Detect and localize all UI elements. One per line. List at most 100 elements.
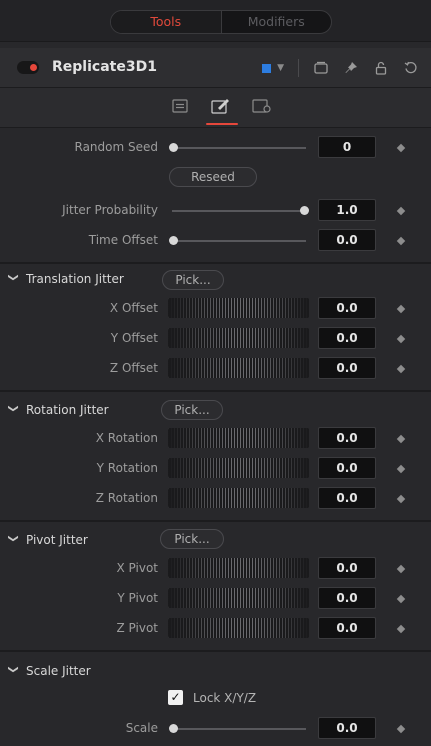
tool-name: Replicate3D1 <box>52 59 157 75</box>
z-offset-label: Z Offset <box>109 361 158 375</box>
reseed-button[interactable]: Reseed <box>169 167 257 187</box>
x-rotation-input[interactable]: 0.0 <box>318 427 376 449</box>
color-swatch[interactable] <box>262 63 272 73</box>
z-pivot-label: Z Pivot <box>116 621 159 635</box>
z-offset-thumbwheel[interactable] <box>168 358 309 378</box>
lock-xyz-row: ✓ Lock X/Y/Z <box>0 685 431 715</box>
x-pivot-row: X Pivot 0.0 <box>0 554 431 584</box>
z-pivot-input[interactable]: 0.0 <box>318 617 376 639</box>
lock-xyz-label: Lock X/Y/Z <box>193 691 257 705</box>
time-offset-knob[interactable] <box>169 236 178 245</box>
header-divider <box>298 59 299 77</box>
x-rotation-label: X Rotation <box>95 431 158 445</box>
jitter-probability-label: Jitter Probability <box>62 203 158 217</box>
collapse-arrow-icon[interactable]: ❯ <box>8 534 19 542</box>
x-rotation-thumbwheel[interactable] <box>168 428 309 448</box>
diamond-keyframe-icon[interactable] <box>396 236 406 246</box>
random-seed-input[interactable]: 0 <box>318 136 376 158</box>
y-rotation-thumbwheel[interactable] <box>168 458 309 478</box>
scale-knob[interactable] <box>169 724 178 733</box>
active-tab-underline <box>206 123 238 125</box>
window-icon[interactable] <box>313 60 329 76</box>
scale-label: Scale <box>125 721 158 735</box>
collapse-arrow-icon[interactable]: ❯ <box>8 404 19 412</box>
z-offset-row: Z Offset 0.0 <box>0 354 431 384</box>
scale-jitter-title: Scale Jitter <box>26 664 91 678</box>
x-offset-input[interactable]: 0.0 <box>318 297 376 319</box>
rotation-pick-button[interactable]: Pick... <box>161 400 223 420</box>
random-seed-slider[interactable] <box>172 147 306 149</box>
toggle-dot <box>30 64 37 71</box>
chevron-down-icon[interactable]: ▼ <box>277 63 284 73</box>
diamond-keyframe-icon[interactable] <box>396 564 406 574</box>
y-rotation-input[interactable]: 0.0 <box>318 457 376 479</box>
z-rotation-row: Z Rotation 0.0 <box>0 484 431 514</box>
diamond-keyframe-icon[interactable] <box>396 364 406 374</box>
section-divider <box>0 650 431 652</box>
jitter-probability-input[interactable]: 1.0 <box>318 199 376 221</box>
random-seed-row: Random Seed 0 <box>0 133 431 163</box>
top-tab-bar: Tools Modifiers <box>0 0 431 42</box>
z-rotation-input[interactable]: 0.0 <box>318 487 376 509</box>
x-rotation-row: X Rotation 0.0 <box>0 424 431 454</box>
pivot-pick-button[interactable]: Pick... <box>160 529 224 549</box>
jitter-tab-icon[interactable] <box>208 96 232 116</box>
reset-icon[interactable] <box>403 60 419 76</box>
random-seed-knob[interactable] <box>169 143 178 152</box>
time-offset-row: Time Offset 0.0 <box>0 226 431 256</box>
settings-tab-icon[interactable] <box>250 96 274 116</box>
time-offset-slider[interactable] <box>172 240 306 242</box>
x-pivot-thumbwheel[interactable] <box>168 558 309 578</box>
section-divider <box>0 520 431 522</box>
controls-tab-icon[interactable] <box>168 96 192 116</box>
y-pivot-row: Y Pivot 0.0 <box>0 584 431 614</box>
collapse-arrow-icon[interactable]: ❯ <box>8 665 19 673</box>
y-offset-input[interactable]: 0.0 <box>318 327 376 349</box>
diamond-keyframe-icon[interactable] <box>396 143 406 153</box>
translation-pick-button[interactable]: Pick... <box>162 270 224 290</box>
scale-slider[interactable] <box>172 728 306 730</box>
diamond-keyframe-icon[interactable] <box>396 206 406 216</box>
x-offset-label: X Offset <box>109 301 158 315</box>
scale-input[interactable]: 0.0 <box>318 717 376 739</box>
diamond-keyframe-icon[interactable] <box>396 724 406 734</box>
y-offset-label: Y Offset <box>110 331 158 345</box>
diamond-keyframe-icon[interactable] <box>396 464 406 474</box>
tool-enable-toggle[interactable] <box>17 61 39 74</box>
diamond-keyframe-icon[interactable] <box>396 494 406 504</box>
diamond-keyframe-icon[interactable] <box>396 594 406 604</box>
diamond-keyframe-icon[interactable] <box>396 304 406 314</box>
tab-group: Tools Modifiers <box>110 10 332 34</box>
section-divider <box>0 390 431 392</box>
collapse-arrow-icon[interactable]: ❯ <box>8 273 19 281</box>
jitter-probability-knob[interactable] <box>300 206 309 215</box>
x-offset-thumbwheel[interactable] <box>168 298 309 318</box>
z-pivot-thumbwheel[interactable] <box>168 618 309 638</box>
lock-icon[interactable] <box>373 60 389 76</box>
time-offset-label: Time Offset <box>88 233 158 247</box>
z-rotation-thumbwheel[interactable] <box>168 488 309 508</box>
diamond-keyframe-icon[interactable] <box>396 434 406 444</box>
y-pivot-input[interactable]: 0.0 <box>318 587 376 609</box>
pin-icon[interactable] <box>343 60 359 76</box>
y-pivot-thumbwheel[interactable] <box>168 588 309 608</box>
jitter-probability-slider[interactable] <box>172 210 306 212</box>
rotation-jitter-title: Rotation Jitter <box>26 403 109 417</box>
x-offset-row: X Offset 0.0 <box>0 294 431 324</box>
y-offset-thumbwheel[interactable] <box>168 328 309 348</box>
time-offset-input[interactable]: 0.0 <box>318 229 376 251</box>
tool-header: Replicate3D1 ▼ <box>0 48 431 88</box>
y-pivot-label: Y Pivot <box>117 591 158 605</box>
diamond-keyframe-icon[interactable] <box>396 624 406 634</box>
scale-jitter-header[interactable]: ❯ Scale Jitter <box>0 658 431 686</box>
translation-jitter-title: Translation Jitter <box>26 272 124 286</box>
z-offset-input[interactable]: 0.0 <box>318 357 376 379</box>
tab-tools[interactable]: Tools <box>111 11 221 33</box>
x-pivot-input[interactable]: 0.0 <box>318 557 376 579</box>
x-pivot-label: X Pivot <box>116 561 159 575</box>
section-divider <box>0 262 431 264</box>
diamond-keyframe-icon[interactable] <box>396 334 406 344</box>
random-seed-label: Random Seed <box>74 140 159 154</box>
lock-xyz-checkbox[interactable]: ✓ <box>168 690 183 705</box>
tab-modifiers[interactable]: Modifiers <box>222 11 332 33</box>
